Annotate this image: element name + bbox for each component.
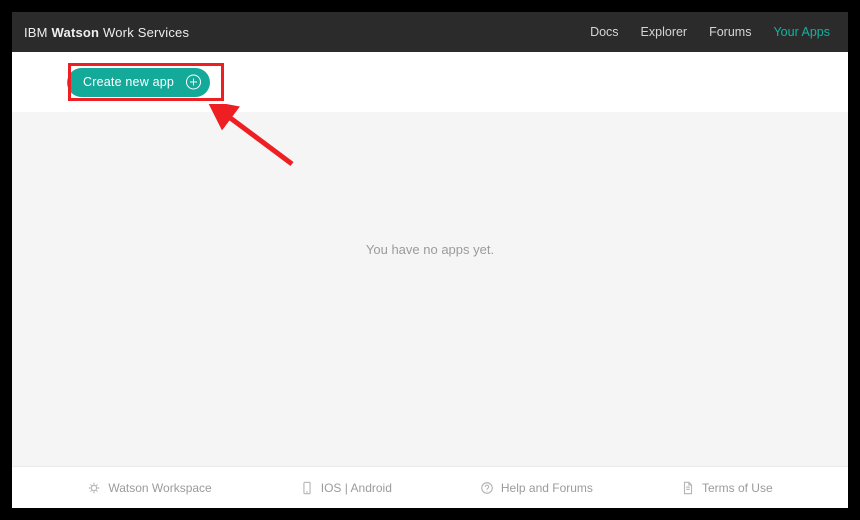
footer-terms-label: Terms of Use	[702, 481, 773, 495]
brand-logo: IBM Watson Work Services	[24, 25, 189, 40]
footer-terms[interactable]: Terms of Use	[681, 481, 773, 495]
app-window: IBM Watson Work Services Docs Explorer F…	[12, 12, 848, 508]
workspace-icon	[87, 481, 101, 495]
brand-bold: Watson	[52, 25, 100, 40]
nav-your-apps[interactable]: Your Apps	[773, 25, 830, 39]
toolbar: Create new app	[12, 52, 848, 112]
header-bar: IBM Watson Work Services Docs Explorer F…	[12, 12, 848, 52]
document-icon	[681, 481, 695, 495]
footer-watson-workspace[interactable]: Watson Workspace	[87, 481, 211, 495]
empty-state-message: You have no apps yet.	[366, 242, 494, 257]
nav-forums[interactable]: Forums	[709, 25, 751, 39]
footer-workspace-label: Watson Workspace	[108, 481, 211, 495]
create-button-label: Create new app	[83, 75, 174, 89]
footer: Watson Workspace IOS | Android Help and …	[12, 466, 848, 508]
footer-help-label: Help and Forums	[501, 481, 593, 495]
footer-ios-android[interactable]: IOS | Android	[300, 481, 392, 495]
main-content: You have no apps yet.	[12, 112, 848, 466]
nav-explorer[interactable]: Explorer	[641, 25, 688, 39]
header-nav: Docs Explorer Forums Your Apps	[590, 25, 830, 39]
footer-ios-android-label: IOS | Android	[321, 481, 392, 495]
brand-suffix: Work Services	[99, 25, 189, 40]
mobile-icon	[300, 481, 314, 495]
plus-circle-icon	[186, 75, 201, 90]
brand-prefix: IBM	[24, 25, 48, 40]
nav-docs[interactable]: Docs	[590, 25, 618, 39]
help-icon	[480, 481, 494, 495]
footer-help-forums[interactable]: Help and Forums	[480, 481, 593, 495]
create-new-app-button[interactable]: Create new app	[67, 68, 210, 97]
